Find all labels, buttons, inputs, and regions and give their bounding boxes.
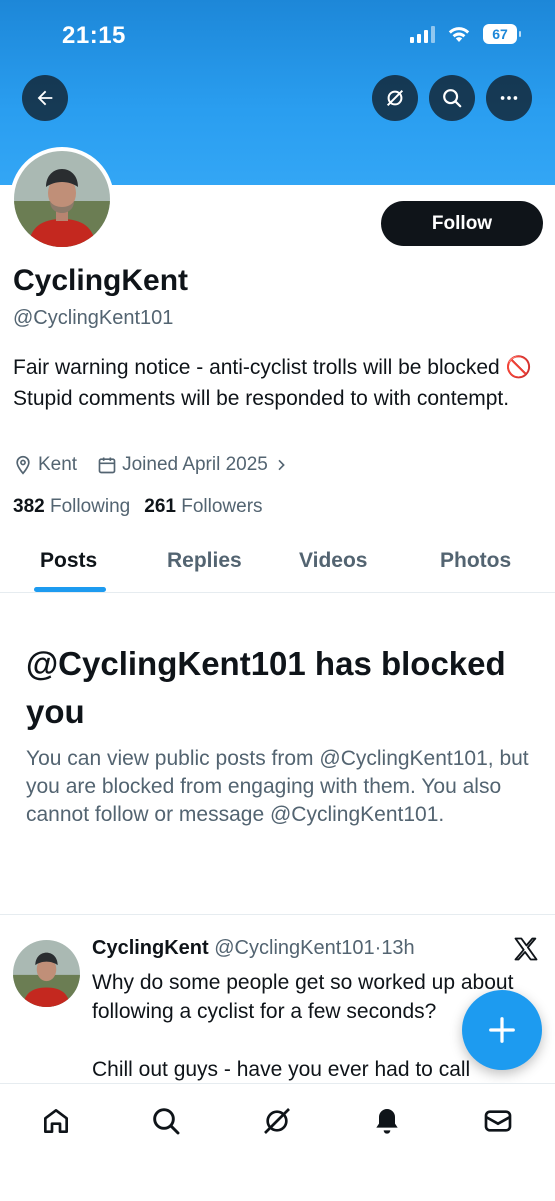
location: Kent — [13, 454, 77, 476]
divider — [0, 914, 555, 915]
search-icon — [153, 1108, 180, 1135]
status-icons: 67 — [410, 24, 521, 44]
post-author[interactable]: CyclingKent — [92, 937, 209, 959]
joined-text: Joined April 2025 — [122, 454, 268, 475]
active-tab-indicator — [34, 587, 106, 592]
post-header: CyclingKent @CyclingKent101·13h — [92, 937, 415, 960]
tab-photos[interactable]: Photos — [440, 549, 511, 573]
nav-messages[interactable] — [478, 1101, 518, 1141]
battery-icon: 67 — [483, 24, 521, 44]
profile-avatar[interactable] — [10, 147, 114, 251]
signal-icon — [410, 25, 435, 43]
messages-icon — [484, 1110, 512, 1132]
search-button[interactable] — [429, 75, 475, 121]
more-button[interactable] — [486, 75, 532, 121]
following-link[interactable]: 382 Following — [13, 496, 130, 518]
profile-name: CyclingKent — [13, 264, 189, 297]
chevron-right-icon — [278, 459, 285, 471]
search-icon — [443, 89, 462, 108]
post-avatar[interactable] — [13, 940, 80, 1007]
follow-button[interactable]: Follow — [381, 201, 543, 246]
post-time: 13h — [381, 937, 415, 959]
nav-search[interactable] — [146, 1101, 186, 1141]
profile-meta: Kent Joined April 2025 — [13, 454, 309, 476]
bottom-nav — [0, 1083, 555, 1201]
wifi-icon — [448, 27, 470, 42]
joined-date[interactable]: Joined April 2025 — [97, 454, 289, 476]
x-logo-icon — [514, 937, 538, 961]
nav-notifications[interactable] — [367, 1101, 407, 1141]
nav-home[interactable] — [36, 1101, 76, 1141]
avatar-image — [14, 151, 110, 247]
notifications-icon — [376, 1109, 398, 1134]
profile-bio: Fair warning notice - anti-cyclist troll… — [13, 356, 532, 410]
home-icon — [44, 1109, 68, 1133]
location-icon — [16, 455, 30, 475]
blocked-message: You can view public posts from @CyclingK… — [26, 747, 529, 826]
follow-counts: 382 Following 261 Followers — [13, 496, 263, 518]
profile-handle: @CyclingKent101 — [13, 307, 174, 329]
calendar-icon — [98, 457, 116, 474]
compose-button[interactable] — [462, 990, 542, 1070]
more-icon — [500, 96, 518, 100]
grok-icon — [264, 1108, 290, 1134]
status-time: 21:15 — [62, 22, 126, 49]
nav-grok[interactable] — [257, 1101, 297, 1141]
back-button[interactable] — [22, 75, 68, 121]
followers-link[interactable]: 261 Followers — [144, 496, 262, 518]
location-text: Kent — [38, 454, 78, 475]
plus-icon — [489, 1017, 515, 1043]
profile-tabs: Posts Replies Videos Photos — [0, 535, 555, 593]
grok-icon — [386, 89, 404, 107]
avatar-image — [13, 940, 80, 1007]
tab-replies[interactable]: Replies — [167, 549, 242, 573]
post-handle: @CyclingKent101 — [214, 937, 375, 959]
back-arrow-icon — [37, 90, 53, 106]
tab-posts[interactable]: Posts — [40, 549, 97, 573]
tab-videos[interactable]: Videos — [299, 549, 367, 573]
blocked-title: @CyclingKent101 has blocked you — [26, 645, 506, 730]
grok-button[interactable] — [372, 75, 418, 121]
